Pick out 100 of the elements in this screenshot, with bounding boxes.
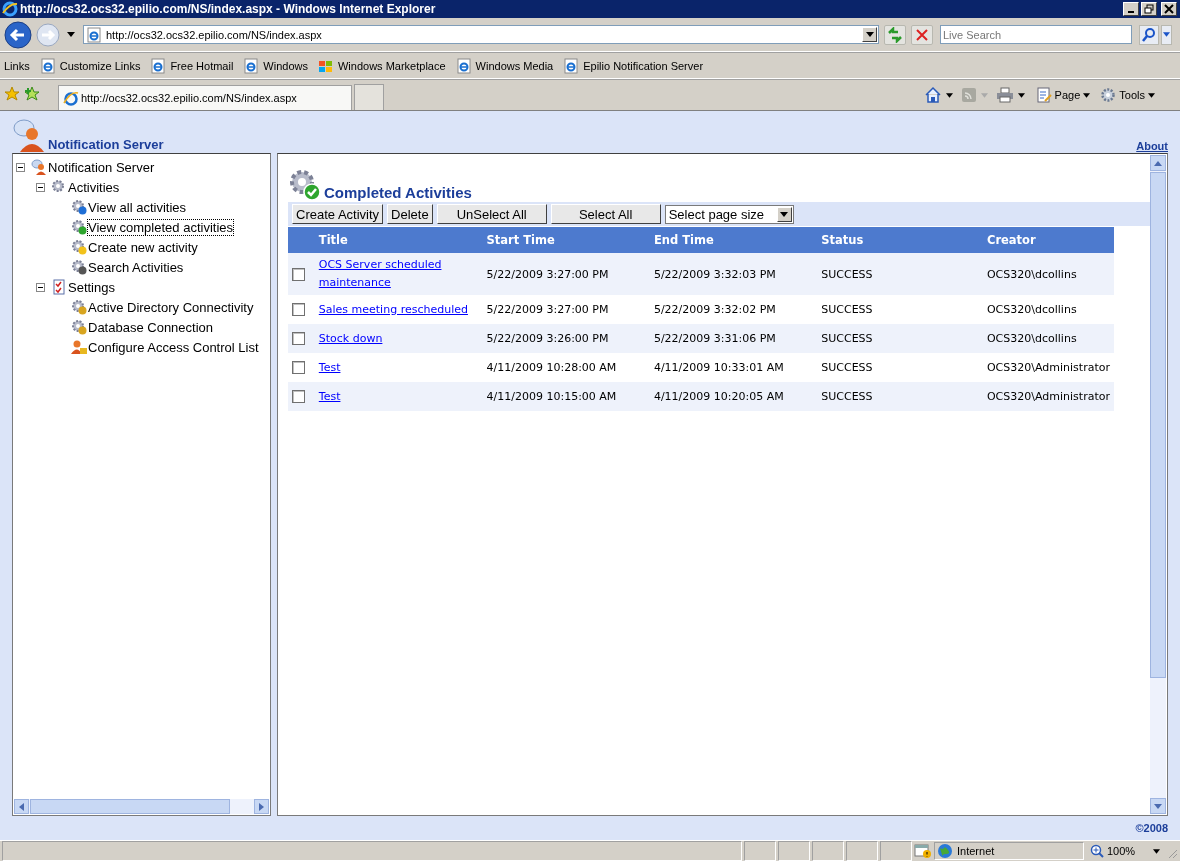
- favorite-link[interactable]: Epilio Notification Server: [583, 59, 704, 72]
- refresh-button[interactable]: [884, 24, 906, 45]
- row-checkbox[interactable]: [292, 332, 305, 346]
- minimize-icon: [1128, 11, 1134, 13]
- dropdown-arrow-icon: [780, 211, 789, 217]
- column-header: Title: [314, 227, 483, 253]
- row-checkbox[interactable]: [292, 390, 305, 404]
- favorite-link[interactable]: Windows: [263, 59, 308, 72]
- scrollbar-thumb[interactable]: [1150, 172, 1166, 678]
- add-favorite-icon[interactable]: [24, 86, 40, 102]
- activity-link[interactable]: Stock down: [318, 332, 383, 345]
- activity-link[interactable]: Test: [318, 361, 341, 374]
- favorite-link[interactable]: Windows Marketplace: [338, 59, 446, 72]
- address-field[interactable]: http://ocs32.ocs32.epilio.com/NS/index.aspx: [83, 25, 879, 44]
- minimize-button[interactable]: [1123, 2, 1139, 16]
- close-button[interactable]: [1161, 2, 1177, 16]
- action-button[interactable]: Delete: [387, 204, 433, 224]
- favorite-link[interactable]: Free Hotmail: [170, 59, 234, 72]
- user-bubble-icon: [31, 159, 47, 175]
- resize-grip-icon[interactable]: [1166, 847, 1178, 859]
- collapse-toggle[interactable]: [16, 162, 25, 172]
- row-checkbox[interactable]: [292, 303, 305, 317]
- dropdown-arrow-icon: [865, 32, 874, 37]
- gear-icon: [1100, 87, 1117, 103]
- tree-item[interactable]: Active Directory Connectivity: [87, 298, 255, 316]
- page-icon: [86, 26, 102, 43]
- row-checkbox[interactable]: [292, 361, 305, 375]
- tree-item[interactable]: Configure Access Control List: [87, 338, 260, 356]
- tree-item[interactable]: View all activities: [87, 198, 188, 216]
- table-cell: OCS320\Administrator: [986, 390, 1110, 403]
- horizontal-scrollbar[interactable]: [14, 799, 269, 814]
- page-size-select[interactable]: Select page size: [664, 204, 794, 224]
- activity-link[interactable]: Sales meeting rescheduled: [318, 303, 468, 316]
- table-cell: 4/11/2009 10:15:00 AM: [486, 390, 617, 403]
- tree-item[interactable]: View completed activities: [87, 218, 234, 236]
- close-icon: [1164, 4, 1174, 14]
- table-cell: SUCCESS: [821, 361, 873, 374]
- stop-icon: [916, 28, 928, 41]
- tree-item[interactable]: Notification Server: [47, 158, 156, 176]
- command-menu-button[interactable]: Page: [1032, 87, 1094, 103]
- favorite-link[interactable]: Windows Media: [475, 59, 554, 72]
- zoom-icon: [1090, 844, 1104, 858]
- window-title: http://ocs32.ocs32.epilio.com/NS/index.aspx - Windows Internet Explorer: [20, 2, 437, 16]
- table-cell: SUCCESS: [821, 390, 873, 403]
- globe-icon: [937, 843, 953, 859]
- dropdown-arrow-icon: [1148, 92, 1155, 98]
- restore-icon: [1144, 4, 1154, 14]
- copyright-text: ©2008: [1135, 822, 1168, 834]
- browser-logo-icon: [2, 1, 18, 17]
- zoom-control[interactable]: 100%: [1086, 842, 1164, 860]
- search-options-button[interactable]: [1161, 24, 1172, 45]
- tree-item[interactable]: Database Connection: [87, 318, 215, 336]
- gear-icon: [71, 239, 87, 255]
- gear-icon: [71, 219, 87, 235]
- status-panel: [778, 841, 810, 861]
- search-button[interactable]: [1139, 24, 1159, 45]
- dropdown-arrow-icon[interactable]: [1017, 92, 1025, 98]
- address-dropdown-button[interactable]: [862, 27, 877, 42]
- favorite-link[interactable]: Customize Links: [59, 59, 141, 72]
- vertical-scrollbar[interactable]: [1150, 155, 1166, 814]
- page-icon: [243, 57, 260, 74]
- dropdown-arrow-icon[interactable]: [945, 92, 953, 98]
- browser-tab[interactable]: http://ocs32.ocs32.epilio.com/NS/index.aspx: [58, 85, 352, 110]
- action-button[interactable]: Create Activity: [292, 204, 384, 224]
- scrollbar-thumb[interactable]: [30, 799, 230, 814]
- table-cell: 4/11/2009 10:28:00 AM: [486, 361, 617, 374]
- about-link[interactable]: About: [1136, 140, 1168, 152]
- action-button[interactable]: UnSelect All: [436, 204, 547, 224]
- collapse-toggle[interactable]: [36, 282, 45, 292]
- activity-link[interactable]: Test: [318, 390, 341, 403]
- page-icon: [563, 57, 580, 74]
- dropdown-arrow-icon[interactable]: [67, 32, 75, 37]
- favorites-star-icon[interactable]: [4, 86, 20, 102]
- tree-item[interactable]: Create new activity: [87, 238, 199, 256]
- printer-icon[interactable]: [995, 87, 1014, 103]
- stop-button[interactable]: [911, 24, 933, 45]
- tree-item[interactable]: Settings: [67, 278, 116, 296]
- row-checkbox[interactable]: [292, 267, 305, 281]
- tree-item[interactable]: Search Activities: [87, 258, 185, 276]
- column-header: Start Time: [482, 227, 650, 253]
- table-cell: 4/11/2009 10:20:05 AM: [653, 390, 784, 403]
- restore-button[interactable]: [1141, 2, 1157, 16]
- table-cell: 5/22/2009 3:27:00 PM: [486, 303, 609, 316]
- table-cell: SUCCESS: [821, 267, 873, 281]
- user-lock-icon: [71, 339, 87, 355]
- dropdown-arrow-icon: [1163, 32, 1170, 37]
- table-cell: SUCCESS: [821, 303, 873, 316]
- collapse-toggle[interactable]: [36, 182, 45, 192]
- search-field[interactable]: Live Search: [940, 25, 1132, 44]
- tree-item[interactable]: Activities: [67, 178, 121, 196]
- back-button[interactable]: [3, 19, 33, 50]
- table-cell: OCS320\dcollins: [986, 267, 1077, 281]
- dropdown-arrow-icon: [1153, 848, 1160, 854]
- action-button[interactable]: Select All: [550, 204, 661, 224]
- popup-warning-icon[interactable]: [914, 843, 932, 859]
- home-icon[interactable]: [923, 86, 942, 104]
- command-menu-button[interactable]: Tools: [1097, 87, 1158, 103]
- status-panel: [744, 841, 776, 861]
- page-icon: [39, 57, 56, 74]
- table-cell: 5/22/2009 3:31:06 PM: [653, 332, 776, 345]
